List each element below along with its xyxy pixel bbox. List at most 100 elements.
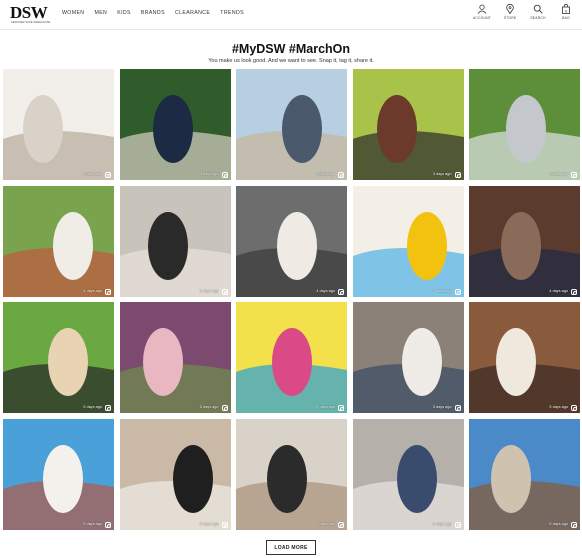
photo-tile[interactable]: 6 days ago <box>236 418 347 530</box>
photo-tile[interactable]: 4 days ago <box>236 185 347 297</box>
page-subtitle: You make us look good. And we want to se… <box>208 58 374 64</box>
instagram-icon <box>338 405 344 411</box>
photo-age: 5 days ago <box>432 405 452 409</box>
page-title: #MyDSW #MarchOn <box>231 42 351 56</box>
user-photo <box>352 418 464 530</box>
photo-age: 4 days ago <box>549 288 568 293</box>
instagram-icon <box>221 405 228 411</box>
photo-age: 5 days ago <box>199 288 219 293</box>
photo-age: 5 days ago <box>83 405 102 409</box>
photo-age: 5 days ago <box>549 405 568 409</box>
account-label: ACCOUNT <box>472 16 492 20</box>
photo-age: 5 days ago <box>316 405 335 409</box>
user-photo <box>119 418 231 530</box>
photo-tile[interactable]: 5 days ago <box>119 185 231 297</box>
instagram-icon <box>105 172 111 178</box>
photo-tile[interactable]: 5 days ago <box>352 302 464 413</box>
user-photo <box>236 69 347 180</box>
photo-tile[interactable]: 6 days ago <box>352 418 464 530</box>
photo-tile[interactable]: 3 days ago <box>469 69 580 180</box>
photo-tile[interactable]: 4 days ago <box>352 185 464 297</box>
user-photo <box>3 418 114 530</box>
photo-age: 4 days ago <box>432 288 452 293</box>
instagram-icon <box>221 288 228 295</box>
instagram-icon <box>338 521 344 528</box>
photo-tile[interactable]: 5 days ago <box>3 418 114 530</box>
nav-women[interactable]: WOMEN <box>62 10 84 16</box>
photo-tile[interactable]: 5 days ago <box>119 302 231 413</box>
instagram-icon <box>454 521 461 528</box>
photo-tile[interactable]: 6 days ago <box>469 418 580 530</box>
store-label: STORE <box>503 16 517 20</box>
search-icon <box>533 4 543 14</box>
photo-tile[interactable]: 5 days ago <box>469 302 580 413</box>
photo-tile[interactable]: 4 days ago <box>3 185 114 297</box>
instagram-icon <box>105 521 111 528</box>
bag-count: 0 <box>565 9 567 13</box>
load-more-button[interactable]: LOAD MORE <box>266 540 316 555</box>
main-nav: WOMEN MEN KIDS BRANDS CLEARANCE TRENDS <box>62 10 244 16</box>
instagram-icon <box>105 288 111 295</box>
instagram-icon <box>338 172 344 178</box>
photo-tile[interactable]: 6 days ago <box>119 418 231 530</box>
bag-icon: 0 <box>562 4 570 14</box>
user-photo <box>469 302 580 413</box>
photo-age: 2 days ago <box>83 172 102 176</box>
photo-tile[interactable]: 3 days ago <box>236 69 347 180</box>
user-photo <box>352 185 464 297</box>
user-photo <box>469 69 580 180</box>
nav-brands[interactable]: BRANDS <box>141 10 165 16</box>
photo-age: 6 days ago <box>432 521 452 526</box>
photo-age: 3 days ago <box>432 172 452 176</box>
site-header: DSW DESIGNER SHOE WAREHOUSE WOMEN MEN KI… <box>0 0 582 30</box>
photo-tile[interactable]: 4 days ago <box>469 185 580 297</box>
photo-age: 3 days ago <box>199 172 219 176</box>
store-icon <box>506 4 514 14</box>
photo-age: 5 days ago <box>199 405 219 409</box>
user-photo <box>236 418 347 530</box>
photo-age: 3 days ago <box>549 172 568 176</box>
user-photo <box>119 185 231 297</box>
user-photo <box>3 69 114 180</box>
nav-trends[interactable]: TRENDS <box>220 10 244 16</box>
instagram-icon <box>454 405 461 411</box>
store-button[interactable]: STORE <box>500 4 520 20</box>
user-photo <box>236 185 347 297</box>
photo-age: 6 days ago <box>549 521 568 526</box>
photo-grid: 2 days ago 3 days ago 3 days ago 3 days ago… <box>3 69 580 531</box>
user-photo <box>119 302 231 413</box>
account-button[interactable]: ACCOUNT <box>472 4 492 20</box>
bag-label: BAG <box>562 16 570 20</box>
photo-age: 4 days ago <box>83 288 102 293</box>
photo-age: 6 days ago <box>199 521 219 526</box>
instagram-icon <box>571 405 577 411</box>
photo-tile[interactable]: 3 days ago <box>119 69 231 180</box>
instagram-icon <box>571 288 577 295</box>
user-photo <box>469 418 580 530</box>
nav-clearance[interactable]: CLEARANCE <box>175 10 210 16</box>
bag-button[interactable]: 0 BAG <box>556 4 576 20</box>
photo-tile[interactable]: 2 days ago <box>3 69 114 180</box>
instagram-icon <box>338 288 344 295</box>
photo-tile[interactable]: 5 days ago <box>3 302 114 413</box>
logo-tagline: DESIGNER SHOE WAREHOUSE <box>11 21 51 24</box>
dsw-logo[interactable]: DSW <box>10 4 48 21</box>
instagram-icon <box>221 172 228 178</box>
photo-age: 6 days ago <box>316 521 335 526</box>
nav-men[interactable]: MEN <box>94 10 107 16</box>
photo-age: 5 days ago <box>83 521 102 526</box>
user-photo <box>3 302 114 413</box>
user-photo <box>119 69 231 180</box>
user-photo <box>352 302 464 413</box>
photo-tile[interactable]: 5 days ago <box>236 302 347 413</box>
nav-kids[interactable]: KIDS <box>117 10 131 16</box>
user-photo <box>236 302 347 413</box>
search-label: SEARCH <box>530 16 546 20</box>
user-photo <box>3 185 114 297</box>
search-button[interactable]: SEARCH <box>528 4 548 20</box>
photo-age: 3 days ago <box>316 172 335 176</box>
instagram-icon <box>454 288 461 295</box>
header-actions: ACCOUNT STORE SEARCH 0 BAG <box>472 4 576 20</box>
photo-tile[interactable]: 3 days ago <box>352 69 464 180</box>
account-icon <box>477 4 487 14</box>
